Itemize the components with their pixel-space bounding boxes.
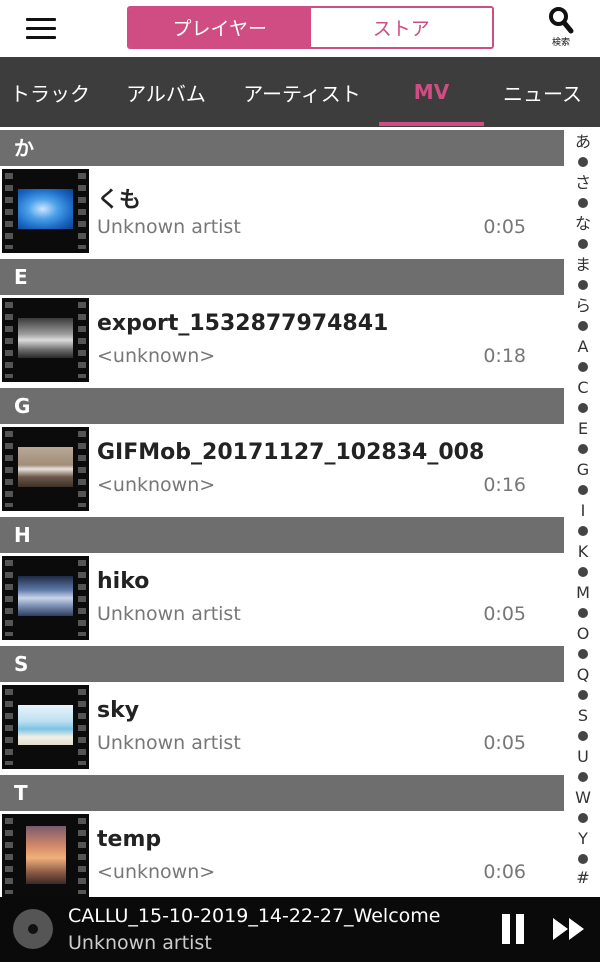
item-artist: <unknown>	[97, 345, 216, 367]
item-artist: Unknown artist	[97, 603, 241, 625]
search-icon	[549, 7, 574, 34]
now-playing-artist: Unknown artist	[68, 932, 212, 954]
index-dot	[578, 731, 588, 741]
index-dot	[578, 690, 588, 700]
fast-forward-icon[interactable]	[550, 914, 590, 944]
section-header: E	[0, 259, 564, 295]
top-bar: プレイヤー ストア 検索	[0, 0, 600, 57]
section-header: H	[0, 517, 564, 553]
index-dot	[578, 772, 588, 782]
video-thumbnail	[2, 814, 89, 897]
now-playing-title: CALLU_15-10-2019_14-22-27_Welcome	[68, 905, 441, 927]
player-store-toggle: プレイヤー ストア	[127, 6, 494, 49]
search-button[interactable]: 検索	[540, 6, 582, 52]
section-header: T	[0, 775, 564, 811]
item-artist: Unknown artist	[97, 732, 241, 754]
index-dot	[578, 403, 588, 413]
list-item[interactable]: export_1532877974841 <unknown> 0:18	[0, 295, 566, 388]
list-item[interactable]: temp <unknown> 0:06	[0, 811, 566, 897]
index-letter[interactable]: U	[566, 748, 600, 766]
index-letter[interactable]: M	[566, 584, 600, 602]
item-duration: 0:18	[483, 345, 526, 367]
index-dot	[578, 280, 588, 290]
index-dot	[578, 567, 588, 577]
index-letter[interactable]: Y	[566, 830, 600, 848]
tab-store[interactable]: ストア	[310, 8, 492, 47]
index-letter[interactable]: C	[566, 379, 600, 397]
index-letter[interactable]: ま	[566, 256, 600, 274]
item-artist: <unknown>	[97, 861, 216, 883]
index-dot	[578, 362, 588, 372]
video-thumbnail	[2, 169, 89, 253]
index-letter[interactable]: さ	[566, 174, 600, 192]
item-title: hiko	[97, 569, 150, 594]
index-letter[interactable]: W	[566, 789, 600, 807]
tab-player[interactable]: プレイヤー	[129, 8, 311, 47]
index-letter[interactable]: I	[566, 502, 600, 520]
category-tabs: トラック アルバム アーティスト MV ニュース	[0, 57, 600, 127]
item-title: GIFMob_20171127_102834_008	[97, 440, 485, 465]
index-dot	[578, 157, 588, 167]
item-duration: 0:06	[483, 861, 526, 883]
item-duration: 0:05	[483, 603, 526, 625]
active-tab-indicator	[379, 122, 484, 126]
index-dot	[578, 649, 588, 659]
index-dot	[578, 854, 588, 864]
index-letter[interactable]: Q	[566, 666, 600, 684]
index-dot	[578, 239, 588, 249]
item-duration: 0:16	[483, 474, 526, 496]
index-letter[interactable]: な	[566, 215, 600, 233]
item-title: sky	[97, 698, 140, 723]
index-letter[interactable]: あ	[566, 133, 600, 151]
index-letter[interactable]: E	[566, 420, 600, 438]
tab-artists[interactable]: アーティスト	[232, 57, 372, 127]
tab-news[interactable]: ニュース	[490, 57, 595, 127]
tab-tracks[interactable]: トラック	[0, 57, 100, 127]
search-label: 検索	[551, 38, 570, 48]
pause-icon[interactable]	[498, 914, 528, 944]
video-thumbnail	[2, 298, 89, 382]
item-duration: 0:05	[483, 732, 526, 754]
alphabet-index[interactable]: あ さ な ま ら A C E G I K M O Q S U W Y #	[566, 127, 600, 897]
video-thumbnail	[2, 427, 89, 511]
item-artist: Unknown artist	[97, 216, 241, 238]
video-thumbnail	[2, 685, 89, 769]
index-dot	[578, 526, 588, 536]
list-item[interactable]: くも Unknown artist 0:05	[0, 166, 566, 259]
index-dot	[578, 444, 588, 454]
index-letter[interactable]: S	[566, 707, 600, 725]
item-duration: 0:05	[483, 216, 526, 238]
section-header: か	[0, 130, 564, 166]
item-title: くも	[97, 188, 142, 213]
index-dot	[578, 813, 588, 823]
list-item[interactable]: hiko Unknown artist 0:05	[0, 553, 566, 646]
index-letter[interactable]: A	[566, 338, 600, 356]
section-header: G	[0, 388, 564, 424]
hamburger-icon[interactable]	[26, 16, 56, 40]
item-title: temp	[97, 827, 162, 852]
section-header: S	[0, 646, 564, 682]
mv-list[interactable]: か くも Unknown artist 0:05 E export_153287…	[0, 127, 566, 897]
index-letter[interactable]: K	[566, 543, 600, 561]
item-title: export_1532877974841	[97, 311, 389, 336]
list-item[interactable]: sky Unknown artist 0:05	[0, 682, 566, 775]
index-letter[interactable]: G	[566, 461, 600, 479]
index-letter[interactable]: O	[566, 625, 600, 643]
index-letter[interactable]: #	[566, 869, 600, 887]
now-playing-bar[interactable]: CALLU_15-10-2019_14-22-27_Welcome Unknow…	[0, 897, 600, 962]
index-dot	[578, 321, 588, 331]
index-dot	[578, 198, 588, 208]
disc-icon	[13, 909, 53, 949]
tab-mv[interactable]: MV	[379, 57, 484, 127]
tab-albums[interactable]: アルバム	[116, 57, 216, 127]
index-letter[interactable]: ら	[566, 297, 600, 315]
item-artist: <unknown>	[97, 474, 216, 496]
list-item[interactable]: GIFMob_20171127_102834_008 <unknown> 0:1…	[0, 424, 566, 517]
video-thumbnail	[2, 556, 89, 640]
index-dot	[578, 608, 588, 618]
index-dot	[578, 485, 588, 495]
